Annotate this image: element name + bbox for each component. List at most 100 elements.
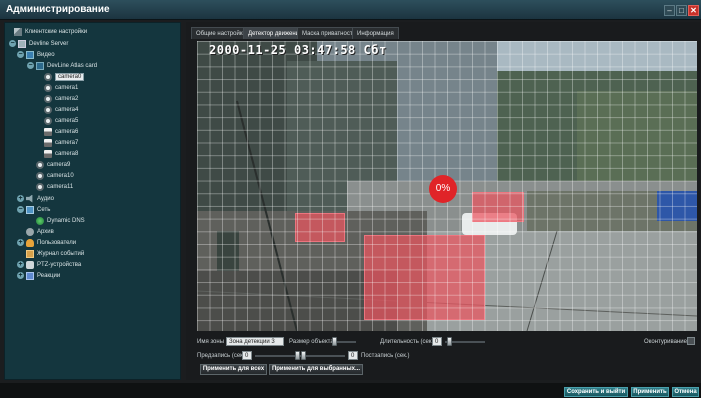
bullet-camera-icon bbox=[44, 127, 52, 136]
tree-label: Видео bbox=[37, 51, 55, 58]
tree-item-camera5[interactable]: camera5 bbox=[44, 115, 78, 126]
camera-icon bbox=[36, 171, 44, 180]
tree-item-camera9[interactable]: camera9 bbox=[36, 159, 70, 170]
object-size-thumb[interactable] bbox=[332, 337, 337, 346]
collapse-icon[interactable]: − bbox=[27, 62, 34, 69]
tree-label: camera9 bbox=[47, 161, 71, 168]
tree-label: Пользователи bbox=[37, 239, 77, 246]
minimize-button[interactable]: – bbox=[664, 5, 675, 16]
object-size-label: Размер объекта bbox=[289, 339, 334, 345]
tree-item-network[interactable]: Сеть bbox=[26, 204, 50, 215]
tree-item-journal[interactable]: Журнал событий bbox=[26, 248, 84, 259]
tree-label: camera1 bbox=[55, 84, 79, 91]
duration-input[interactable]: 0 bbox=[432, 337, 442, 346]
expand-icon[interactable]: + bbox=[17, 272, 24, 279]
tree-label: camera6 bbox=[55, 128, 79, 135]
post-record-thumb[interactable] bbox=[301, 351, 306, 360]
tree-item-card[interactable]: DevLine Atlas card bbox=[36, 60, 97, 71]
tab-info[interactable]: Информация bbox=[352, 27, 399, 39]
apply-all-button[interactable]: Применить для всех bbox=[200, 364, 267, 375]
tree-item-camera11[interactable]: camera11 bbox=[36, 181, 73, 192]
pre-record-label: Предзапись (сек.) bbox=[197, 353, 247, 359]
tools-icon bbox=[14, 27, 22, 36]
collapse-icon[interactable]: − bbox=[9, 40, 16, 47]
tree-label: camera4 bbox=[55, 106, 79, 113]
tree-item-camera2[interactable]: camera2 bbox=[44, 93, 78, 104]
save-exit-button[interactable]: Сохранить и выйти bbox=[564, 387, 628, 397]
tree-label: Реакции bbox=[37, 272, 61, 279]
tree-item-camera6[interactable]: camera6 bbox=[44, 126, 78, 137]
reactions-icon bbox=[26, 271, 34, 280]
tree-label: Devline Server bbox=[29, 40, 69, 47]
tree-item-archive[interactable]: Архив bbox=[26, 226, 54, 237]
detection-zone-3[interactable] bbox=[472, 192, 524, 222]
post-record-label: Постзапись (сек.) bbox=[361, 353, 410, 359]
tab-general[interactable]: Общие настройки bbox=[191, 27, 251, 39]
tree-item-camera8[interactable]: camera8 bbox=[44, 148, 78, 159]
tree-item-video[interactable]: Видео bbox=[26, 49, 55, 60]
zone-name-label: Имя зоны bbox=[197, 339, 224, 345]
detection-zone-2[interactable] bbox=[364, 235, 485, 320]
detection-zone-1[interactable] bbox=[295, 213, 345, 242]
tree-label: camera2 bbox=[55, 95, 79, 102]
tree-item-dynamic-dns[interactable]: Dynamic DNS bbox=[36, 215, 85, 226]
duration-label: Длительность (сек.) bbox=[380, 339, 436, 345]
tree-item-users[interactable]: Пользователи bbox=[26, 237, 76, 248]
tree-label: Журнал событий bbox=[37, 250, 85, 257]
maximize-icon: □ bbox=[679, 6, 684, 15]
tree-label: camera8 bbox=[55, 150, 79, 157]
collapse-icon[interactable]: − bbox=[17, 51, 24, 58]
server-icon bbox=[18, 39, 26, 48]
tree-item-audio[interactable]: Аудио bbox=[26, 193, 54, 204]
pre-record-thumb[interactable] bbox=[295, 351, 300, 360]
duration-thumb[interactable] bbox=[447, 337, 452, 346]
close-button[interactable]: ✕ bbox=[688, 5, 699, 16]
apply-button[interactable]: Применить bbox=[631, 387, 669, 397]
bullet-camera-icon bbox=[44, 138, 52, 147]
tree-item-camera4[interactable]: camera4 bbox=[44, 104, 78, 115]
tree-item-camera1[interactable]: camera1 bbox=[44, 82, 78, 93]
expand-icon[interactable]: + bbox=[17, 195, 24, 202]
tree-label: camera10 bbox=[47, 172, 74, 179]
post-record-input[interactable]: 0 bbox=[348, 351, 358, 360]
bullet-camera-icon bbox=[44, 149, 52, 158]
tree-item-camera7[interactable]: camera7 bbox=[44, 137, 78, 148]
network-icon bbox=[26, 205, 34, 214]
tree-item-ptz[interactable]: PTZ-устройства bbox=[26, 259, 81, 270]
tree-item-camera10[interactable]: camera10 bbox=[36, 170, 74, 181]
tree-label: Архив bbox=[37, 228, 54, 235]
camera-icon bbox=[36, 182, 44, 191]
expand-icon[interactable]: + bbox=[17, 261, 24, 268]
tree-item-reactions[interactable]: Реакции bbox=[26, 270, 60, 281]
tree-label: PTZ-устройства bbox=[37, 261, 82, 268]
ptz-icon bbox=[26, 260, 34, 269]
archive-icon bbox=[26, 227, 34, 236]
camera-icon bbox=[44, 94, 52, 103]
title-bar: Администрирование bbox=[0, 0, 701, 20]
tree-item-server[interactable]: Devline Server bbox=[18, 38, 68, 49]
tree-label: Клиентские настройки bbox=[25, 28, 88, 35]
expand-icon[interactable]: + bbox=[17, 239, 24, 246]
cancel-button[interactable]: Отмена bbox=[672, 387, 699, 397]
zone-name-input[interactable]: Зона детекции 3 bbox=[226, 337, 284, 346]
journal-icon bbox=[26, 249, 34, 258]
tree-label: camera0 bbox=[55, 72, 85, 81]
tree-item-camera0[interactable]: camera0 bbox=[44, 71, 85, 82]
maximize-button[interactable]: □ bbox=[676, 5, 687, 16]
tree-label: Сеть bbox=[37, 206, 51, 213]
pre-record-input[interactable]: 0 bbox=[242, 351, 252, 360]
apply-selected-button[interactable]: Применить для выбранных... bbox=[269, 364, 363, 375]
tree-item-client-settings[interactable]: Клиентские настройки bbox=[14, 26, 87, 37]
outline-checkbox[interactable] bbox=[687, 337, 695, 345]
tree-label: DevLine Atlas card bbox=[47, 62, 98, 69]
camera-icon bbox=[44, 83, 52, 92]
outline-label: Оконтуривание bbox=[644, 339, 687, 345]
speaker-icon bbox=[26, 194, 33, 203]
pre-post-slider[interactable] bbox=[255, 355, 345, 357]
collapse-icon[interactable]: − bbox=[17, 206, 24, 213]
card-icon bbox=[36, 61, 44, 70]
users-icon bbox=[26, 238, 34, 247]
globe-icon bbox=[36, 216, 44, 225]
tree-label: camera7 bbox=[55, 139, 79, 146]
camera-preview[interactable]: 2000-11-25 03:47:58 Cбт 0% bbox=[197, 41, 697, 331]
